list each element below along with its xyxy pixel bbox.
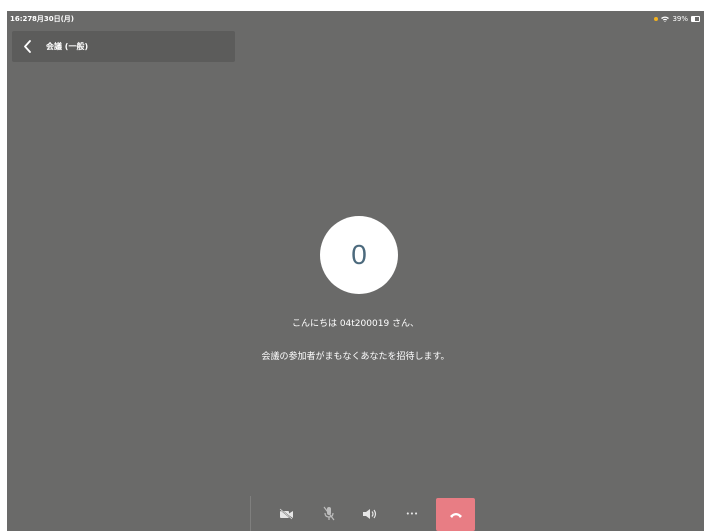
call-controls: ••• <box>250 496 480 531</box>
controls-divider <box>250 496 251 531</box>
meeting-header: 会議 (一般) <box>12 31 235 62</box>
battery-icon <box>691 16 700 22</box>
back-button[interactable] <box>14 31 40 62</box>
more-options-button[interactable]: ••• <box>395 496 429 531</box>
invite-message: 会議の参加者がまもなくあなたを招待します。 <box>261 352 450 362</box>
status-bar: 16:27 8月30日(月) 39% <box>7 11 704 27</box>
greeting-message: こんにちは 04t200019 さん、 <box>291 319 420 329</box>
wifi-icon <box>661 16 670 22</box>
avatar: 0 <box>320 216 398 294</box>
speaker-icon <box>363 508 377 519</box>
hangup-icon <box>449 512 462 518</box>
mic-off-icon <box>323 506 335 521</box>
speaker-button[interactable] <box>353 496 387 531</box>
status-time: 16:27 <box>10 15 33 23</box>
camera-toggle-button[interactable] <box>270 496 304 531</box>
avatar-initial: 0 <box>351 239 367 270</box>
privacy-indicator-icon <box>654 17 659 21</box>
mic-toggle-button[interactable] <box>312 496 346 531</box>
camera-off-icon <box>279 507 293 520</box>
meeting-title: 会議 (一般) <box>46 42 89 51</box>
more-icon: ••• <box>405 509 419 518</box>
meeting-screen: 16:27 8月30日(月) 39% 会議 (一般) 0 こんにちは 04t20… <box>7 11 704 531</box>
hangup-button[interactable] <box>436 498 475 531</box>
battery-percent: 39% <box>672 15 688 23</box>
status-date: 8月30日(月) <box>32 15 75 23</box>
status-indicators: 39% <box>654 11 700 27</box>
chevron-left-icon <box>23 40 31 53</box>
